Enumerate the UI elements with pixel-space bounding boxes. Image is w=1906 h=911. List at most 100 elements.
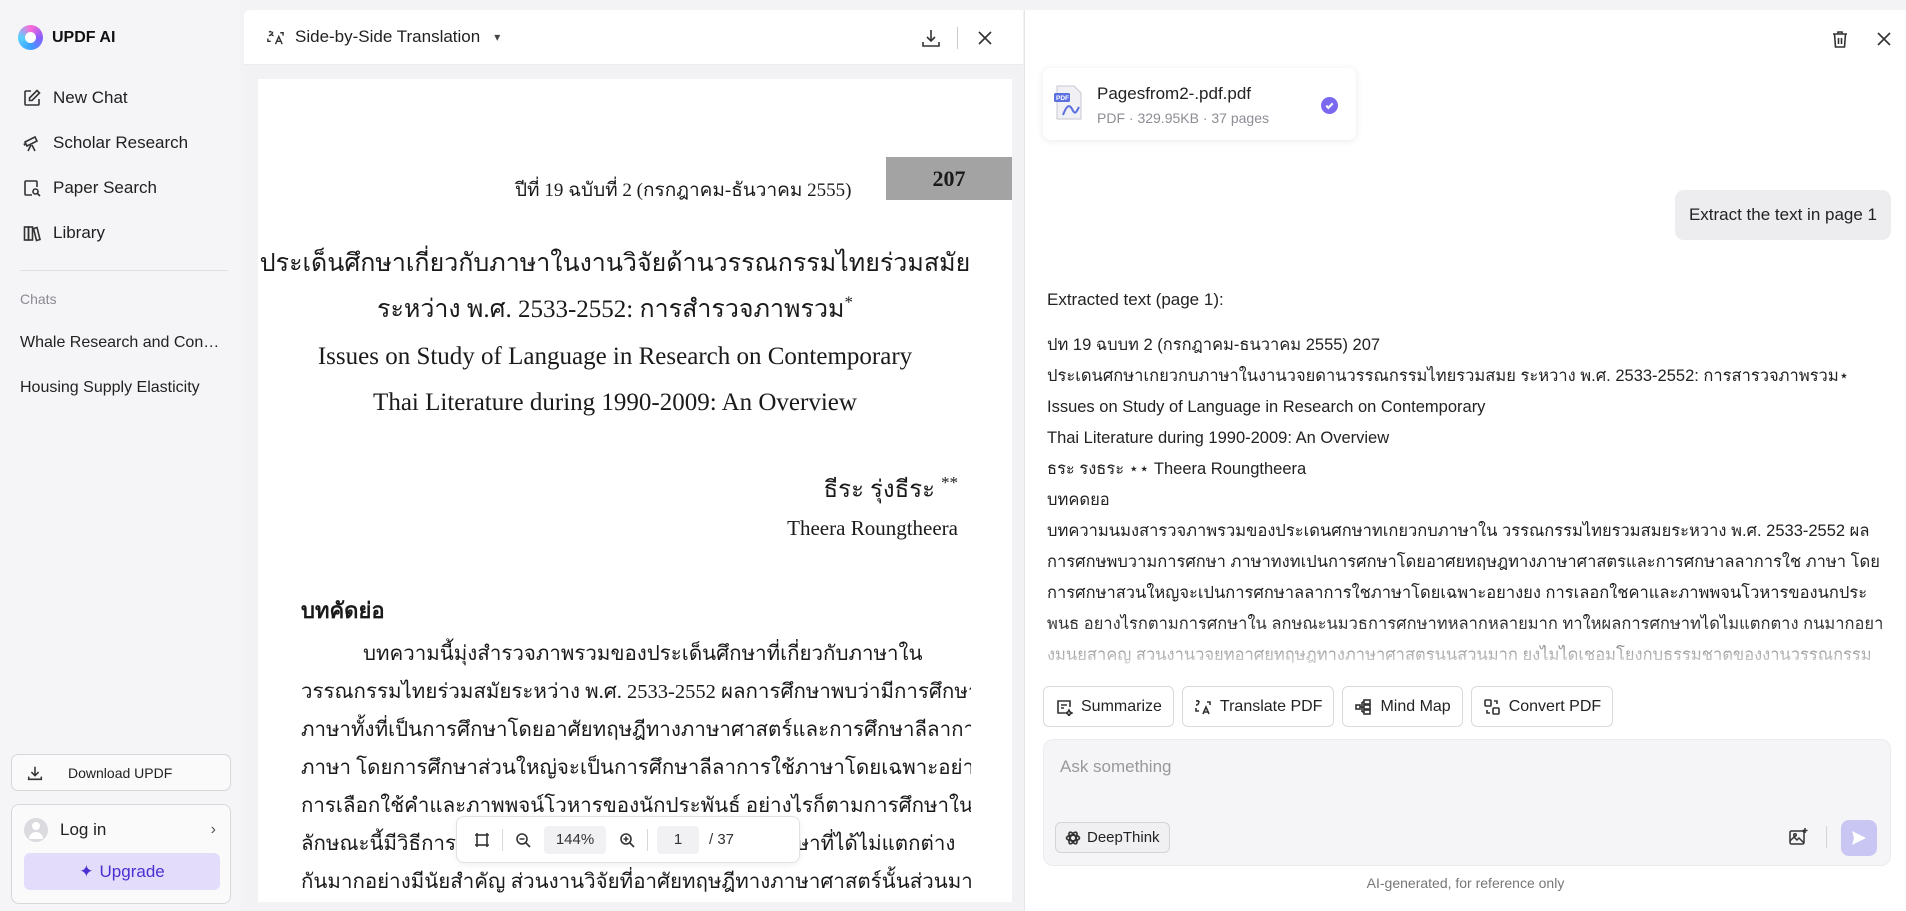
author-thai: ธีระ รุ่งธีระ **: [823, 473, 958, 503]
sparkle-icon: ✦: [79, 861, 94, 881]
mind-map-button[interactable]: Mind Map: [1342, 686, 1463, 727]
svg-text:PDF: PDF: [1056, 95, 1069, 102]
author-english: Theera Roungtheera: [787, 516, 958, 540]
response-heading: Extracted text (page 1):: [1047, 290, 1224, 309]
abstract-heading: บทคัดย่อ: [301, 598, 385, 623]
response-line: ประเดนศกษาเกยวกบภาษาในงานวจยดานวรรณกรรมไ…: [1047, 367, 1850, 416]
account-card: Log in › ✦ Upgrade: [11, 804, 231, 904]
summarize-label: Summarize: [1081, 697, 1162, 715]
chats-section-label: Chats: [20, 291, 57, 307]
download-updf-button[interactable]: Download UPDF: [11, 754, 231, 791]
zoom-in-icon: [620, 832, 635, 848]
chevron-down-icon: ▾: [494, 30, 501, 44]
nav-scholar-research[interactable]: Scholar Research: [22, 133, 188, 153]
abstract-line: บทความนี้มุ่งสำรวจภาพรวมของประเด็นศึกษาท…: [363, 643, 923, 665]
login-button[interactable]: Log in ›: [24, 817, 216, 843]
add-image-icon: [1789, 828, 1808, 845]
chat-history-item[interactable]: Housing Supply Elasticity: [20, 379, 220, 397]
download-updf-label: Download UPDF: [68, 764, 173, 781]
file-meta: PDF · 329.95KB · 37 pages: [1097, 110, 1269, 126]
login-label: Log in: [60, 820, 107, 839]
chat-panel: PDF Pagesfrom2-.pdf.pdf PDF · 329.95KB ·…: [1024, 10, 1906, 911]
user-message: Extract the text in page 1: [1674, 190, 1891, 240]
chat-input-box: Ask something DeepThink: [1043, 739, 1891, 866]
sidebar: UPDF AI New Chat Scholar Research Paper …: [0, 0, 240, 911]
clear-chat-button[interactable]: [1829, 28, 1851, 50]
upgrade-label: Upgrade: [99, 861, 165, 881]
translate-pdf-button[interactable]: Translate PDF: [1181, 686, 1335, 727]
convert-pdf-label: Convert PDF: [1508, 697, 1602, 715]
response-line: บทคดยอ: [1047, 491, 1110, 509]
attached-file-card[interactable]: PDF Pagesfrom2-.pdf.pdf PDF · 329.95KB ·…: [1043, 68, 1356, 140]
doc-search-icon: [24, 180, 41, 197]
response-line: ธระ รงธระ ⋆⋆ Theera Roungtheera: [1047, 460, 1307, 478]
atom-icon: [1065, 830, 1081, 845]
title-thai-line-2: ระหว่าง พ.ศ. 2533-2552: การสำรวจภาพรวม*: [377, 292, 853, 323]
nav-library[interactable]: Library: [22, 223, 105, 243]
deepthink-toggle[interactable]: DeepThink: [1055, 822, 1170, 853]
zoom-out-icon: [516, 832, 531, 848]
abstract-line: กันมากอย่างมีนัยสำคัญ ส่วนงานวิจัยที่อาศ…: [301, 871, 971, 893]
updf-logo-icon: [18, 25, 43, 50]
assistant-response: Extracted text (page 1): ปท 19 ฉบบท 2 (ก…: [1047, 280, 1895, 670]
close-chat-button[interactable]: [1873, 28, 1895, 50]
telescope-icon: [23, 135, 39, 152]
file-name: Pagesfrom2-.pdf.pdf: [1097, 84, 1252, 103]
pdf-header: Side-by-Side Translation ▾: [244, 10, 1023, 65]
translation-mode-dropdown[interactable]: Side-by-Side Translation ▾: [266, 27, 500, 47]
checkmark-icon: [1321, 97, 1338, 114]
abstract-line: ภาษา โดยการศึกษาส่วนใหญ่จะเป็นการศึกษาลี…: [301, 757, 971, 779]
header-divider: [957, 27, 958, 49]
current-page-input[interactable]: 1: [657, 825, 699, 854]
mind-map-icon: [1355, 698, 1372, 715]
translate-icon: [1195, 699, 1211, 714]
brand-name: UPDF AI: [52, 28, 116, 46]
convert-pdf-button[interactable]: Convert PDF: [1470, 686, 1614, 727]
close-icon: [978, 31, 992, 45]
summarize-icon: [1057, 699, 1073, 716]
response-line: Thai Literature during 1990-2009: An Ove…: [1047, 429, 1390, 447]
trash-icon: [1833, 31, 1847, 48]
edit-icon: [24, 89, 41, 106]
response-line: บทความนมงสารวจภาพรวมของประเดนศกษาทเกยวกบ…: [1047, 522, 1884, 664]
mind-map-label: Mind Map: [1380, 697, 1451, 715]
response-line: ปท 19 ฉบบท 2 (กรกฎาคม-ธนวาคม 2555) 207: [1047, 336, 1381, 354]
quick-actions: Summarize Translate PDF Mind Map Convert…: [1043, 686, 1614, 727]
summarize-button[interactable]: Summarize: [1043, 686, 1174, 727]
toolbar-divider: [647, 828, 648, 851]
download-icon: [922, 30, 940, 47]
pdf-viewer: Side-by-Side Translation ▾ ปีที่ 19 ฉบับ…: [244, 10, 1023, 902]
close-pdf-button[interactable]: [974, 27, 996, 49]
translate-pdf-label: Translate PDF: [1219, 697, 1323, 715]
title-thai-line-1: ประเด็นศึกษาเกี่ยวกับภาษาในงานวิจัยด้านว…: [259, 250, 971, 277]
send-button[interactable]: [1841, 820, 1877, 856]
pdf-page: ปีที่ 19 ฉบับที่ 2 (กรกฎาคม-ธันวาคม 2555…: [258, 79, 1012, 902]
nav-scholar-research-label: Scholar Research: [53, 133, 189, 152]
zoom-out-button[interactable]: [512, 829, 534, 851]
toolbar-divider: [502, 828, 503, 851]
abstract-line: ภาษาทั้งที่เป็นการศึกษาโดยอาศัยทฤษฎีทางภ…: [301, 719, 971, 741]
sidebar-divider: [20, 270, 228, 271]
total-pages: / 37: [709, 831, 735, 848]
zoom-in-button[interactable]: [616, 829, 638, 851]
zoom-level[interactable]: 144%: [544, 825, 606, 854]
deepthink-label: DeepThink: [1087, 829, 1160, 846]
page-number-badge: 207: [886, 157, 1012, 200]
upgrade-button[interactable]: ✦ Upgrade: [24, 853, 220, 890]
translate-icon: [267, 30, 284, 44]
download-icon: [27, 766, 43, 780]
add-image-button[interactable]: [1787, 826, 1809, 848]
input-divider: [1826, 826, 1827, 848]
pdf-file-icon: PDF: [1054, 85, 1082, 120]
nav-library-label: Library: [53, 223, 105, 242]
chevron-right-icon: ›: [210, 821, 216, 838]
send-icon: [1852, 831, 1866, 845]
chat-history-item[interactable]: Whale Research and Conservation: [20, 334, 220, 352]
brand[interactable]: UPDF AI: [18, 25, 115, 50]
nav-paper-search-label: Paper Search: [53, 178, 157, 197]
nav-new-chat[interactable]: New Chat: [22, 88, 128, 108]
nav-paper-search[interactable]: Paper Search: [22, 178, 157, 198]
download-pdf-button[interactable]: [920, 27, 942, 49]
fit-page-button[interactable]: [471, 829, 493, 851]
pdf-mode-title: Side-by-Side Translation: [295, 27, 481, 46]
